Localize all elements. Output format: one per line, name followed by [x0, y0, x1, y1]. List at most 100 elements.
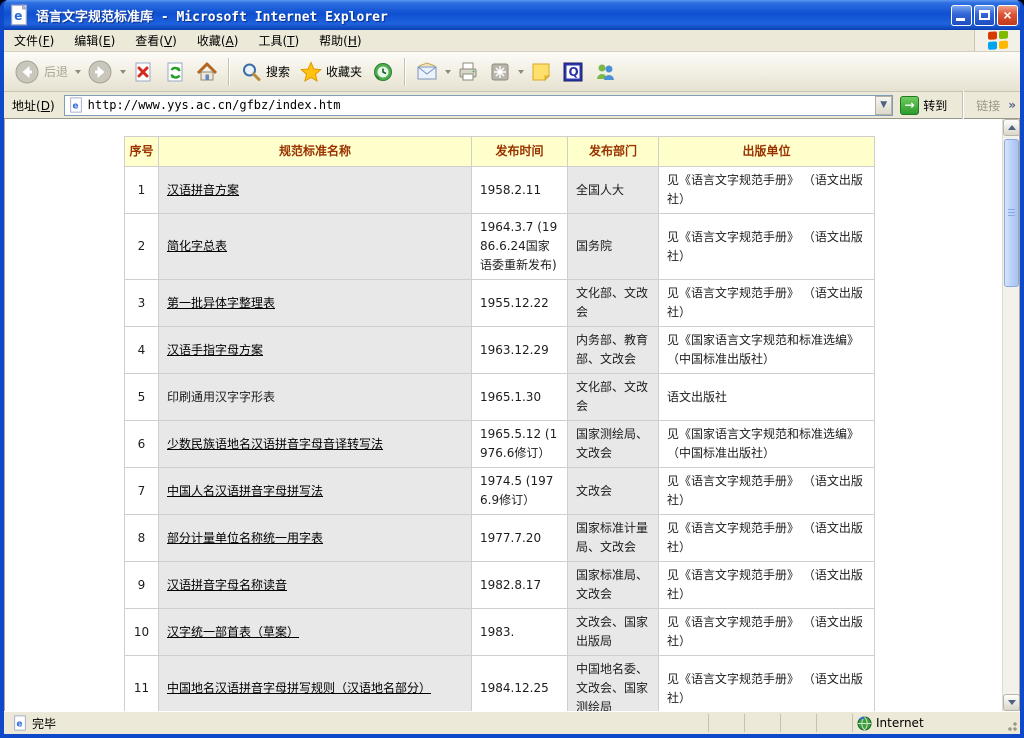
links-chevron-icon[interactable]: »: [1008, 98, 1016, 112]
go-label: 转到: [923, 97, 947, 114]
resize-grip[interactable]: [1004, 718, 1018, 732]
messenger-button[interactable]: [590, 58, 620, 86]
menu-view[interactable]: 查看(V): [125, 30, 187, 51]
history-button[interactable]: [368, 58, 398, 86]
links-label[interactable]: 链接: [973, 97, 1003, 114]
menu-help[interactable]: 帮助(H): [309, 30, 371, 51]
table-row: 7中国人名汉语拼音字母拼写法1974.5 (1976.9修订）文改会见《语言文字…: [125, 468, 875, 515]
edit-button[interactable]: [485, 58, 515, 86]
mail-icon: [416, 61, 438, 83]
publish-date-cell: 1965.1.30: [472, 374, 568, 421]
column-header: 规范标准名称: [159, 137, 472, 167]
publish-date-cell: 1982.8.17: [472, 562, 568, 609]
close-button[interactable]: ×: [997, 5, 1018, 26]
standard-link[interactable]: 汉语拼音方案: [167, 183, 239, 197]
address-input[interactable]: e http://www.yys.ac.cn/gfbz/index.htm ▼: [64, 95, 894, 116]
q-launcher-button[interactable]: Q: [558, 58, 588, 86]
table-row: 1汉语拼音方案1958.2.11全国人大见《语言文字规范手册》 （语文出版社）: [125, 167, 875, 214]
edit-dropdown-icon[interactable]: [518, 70, 524, 74]
publisher-cell: 见《语言文字规范手册》 （语文出版社）: [659, 656, 875, 712]
menu-edit[interactable]: 编辑(E): [64, 30, 125, 51]
standard-name-cell: 汉语手指字母方案: [159, 327, 472, 374]
standard-link[interactable]: 第一批异体字整理表: [167, 296, 275, 310]
windows-logo: [974, 30, 1020, 51]
standard-link[interactable]: 汉字统一部首表（草案）: [167, 625, 299, 639]
notes-button[interactable]: [526, 58, 556, 86]
favorites-star-icon: [300, 61, 322, 83]
print-button[interactable]: [453, 58, 483, 86]
publish-dept-cell: 文化部、文改会: [568, 374, 659, 421]
back-button[interactable]: 后退: [10, 56, 72, 88]
standard-link[interactable]: 汉语拼音字母名称读音: [167, 578, 287, 592]
history-clock-icon: [372, 61, 394, 83]
column-header: 发布时间: [472, 137, 568, 167]
standard-toolbar: 后退: [4, 52, 1020, 92]
go-button[interactable]: → 转到: [898, 95, 953, 116]
vertical-scrollbar[interactable]: [1002, 119, 1019, 711]
publish-dept-cell: 文改会、国家出版局: [568, 609, 659, 656]
standard-name-cell: 简化字总表: [159, 214, 472, 280]
row-number-cell: 11: [125, 656, 159, 712]
favorites-label: 收藏夹: [326, 63, 362, 80]
svg-text:Q: Q: [569, 65, 579, 79]
mail-dropdown-icon[interactable]: [445, 70, 451, 74]
home-button[interactable]: [192, 58, 222, 86]
standard-name-cell: 汉语拼音字母名称读音: [159, 562, 472, 609]
row-number-cell: 10: [125, 609, 159, 656]
publish-date-cell: 1958.2.11: [472, 167, 568, 214]
publish-date-cell: 1955.12.22: [472, 280, 568, 327]
address-dropdown-button[interactable]: ▼: [875, 96, 892, 115]
forward-dropdown-icon[interactable]: [120, 70, 126, 74]
page-favicon: e: [68, 97, 84, 113]
standard-link[interactable]: 中国人名汉语拼音字母拼写法: [167, 484, 323, 498]
publisher-cell: 见《语言文字规范手册》 （语文出版社）: [659, 562, 875, 609]
favorites-button[interactable]: 收藏夹: [296, 58, 366, 86]
publisher-cell: 见《语言文字规范手册》 （语文出版社）: [659, 515, 875, 562]
row-number-cell: 9: [125, 562, 159, 609]
publish-dept-cell: 内务部、教育部、文改会: [568, 327, 659, 374]
security-zone-label: Internet: [876, 716, 924, 730]
standard-name-text: 印刷通用汉字字形表: [167, 390, 275, 404]
stop-button[interactable]: [128, 58, 158, 86]
table-row: 6少数民族语地名汉语拼音字母音译转写法1965.5.12 (1976.6修订）国…: [125, 421, 875, 468]
menu-favorites[interactable]: 收藏(A): [187, 30, 249, 51]
standard-link[interactable]: 中国地名汉语拼音字母拼写规则（汉语地名部分）: [167, 681, 431, 695]
row-number-cell: 4: [125, 327, 159, 374]
scroll-up-button[interactable]: [1003, 119, 1020, 136]
scroll-down-button[interactable]: [1003, 694, 1020, 711]
status-bar: e 完毕 Internet: [4, 711, 1020, 734]
publisher-cell: 见《语言文字规范手册》 （语文出版社）: [659, 609, 875, 656]
forward-button[interactable]: [83, 56, 117, 88]
maximize-button[interactable]: [974, 5, 995, 26]
title-bar: e 语言文字规范标准库 - Microsoft Internet Explore…: [0, 0, 1024, 30]
publish-dept-cell: 文化部、文改会: [568, 280, 659, 327]
row-number-cell: 5: [125, 374, 159, 421]
publish-dept-cell: 国家标准局、文改会: [568, 562, 659, 609]
publish-date-cell: 1984.12.25: [472, 656, 568, 712]
browser-window: e 语言文字规范标准库 - Microsoft Internet Explore…: [0, 0, 1024, 738]
menu-tools[interactable]: 工具(T): [248, 30, 309, 51]
address-separator: [962, 91, 964, 119]
standard-name-cell: 汉字统一部首表（草案）: [159, 609, 472, 656]
refresh-button[interactable]: [160, 58, 190, 86]
back-dropdown-icon[interactable]: [75, 70, 81, 74]
menu-file[interactable]: 文件(F): [4, 30, 64, 51]
standard-link[interactable]: 汉语手指字母方案: [167, 343, 263, 357]
publisher-cell: 见《国家语言文字规范和标准选编》 （中国标准出版社）: [659, 327, 875, 374]
minimize-button[interactable]: [951, 5, 972, 26]
standard-link[interactable]: 少数民族语地名汉语拼音字母音译转写法: [167, 437, 383, 451]
column-header: 出版单位: [659, 137, 875, 167]
publisher-cell: 见《语言文字规范手册》 （语文出版社）: [659, 214, 875, 280]
search-button[interactable]: 搜索: [236, 58, 294, 86]
standard-link[interactable]: 简化字总表: [167, 239, 227, 253]
publish-date-cell: 1964.3.7 (1986.6.24国家语委重新发布): [472, 214, 568, 280]
publish-dept-cell: 国务院: [568, 214, 659, 280]
mail-button[interactable]: [412, 58, 442, 86]
table-row: 10汉字统一部首表（草案）1983.文改会、国家出版局见《语言文字规范手册》 （…: [125, 609, 875, 656]
publisher-cell: 见《国家语言文字规范和标准选编》 （中国标准出版社）: [659, 421, 875, 468]
standard-link[interactable]: 部分计量单位名称统一用字表: [167, 531, 323, 545]
publish-dept-cell: 国家标准计量局、文改会: [568, 515, 659, 562]
table-row: 9 汉语拼音字母名称读音 1982.8.17国家标准局、文改会见《语言文字规范手册》…: [125, 562, 875, 609]
status-pane: [780, 714, 814, 732]
scrollbar-thumb[interactable]: [1004, 139, 1019, 287]
